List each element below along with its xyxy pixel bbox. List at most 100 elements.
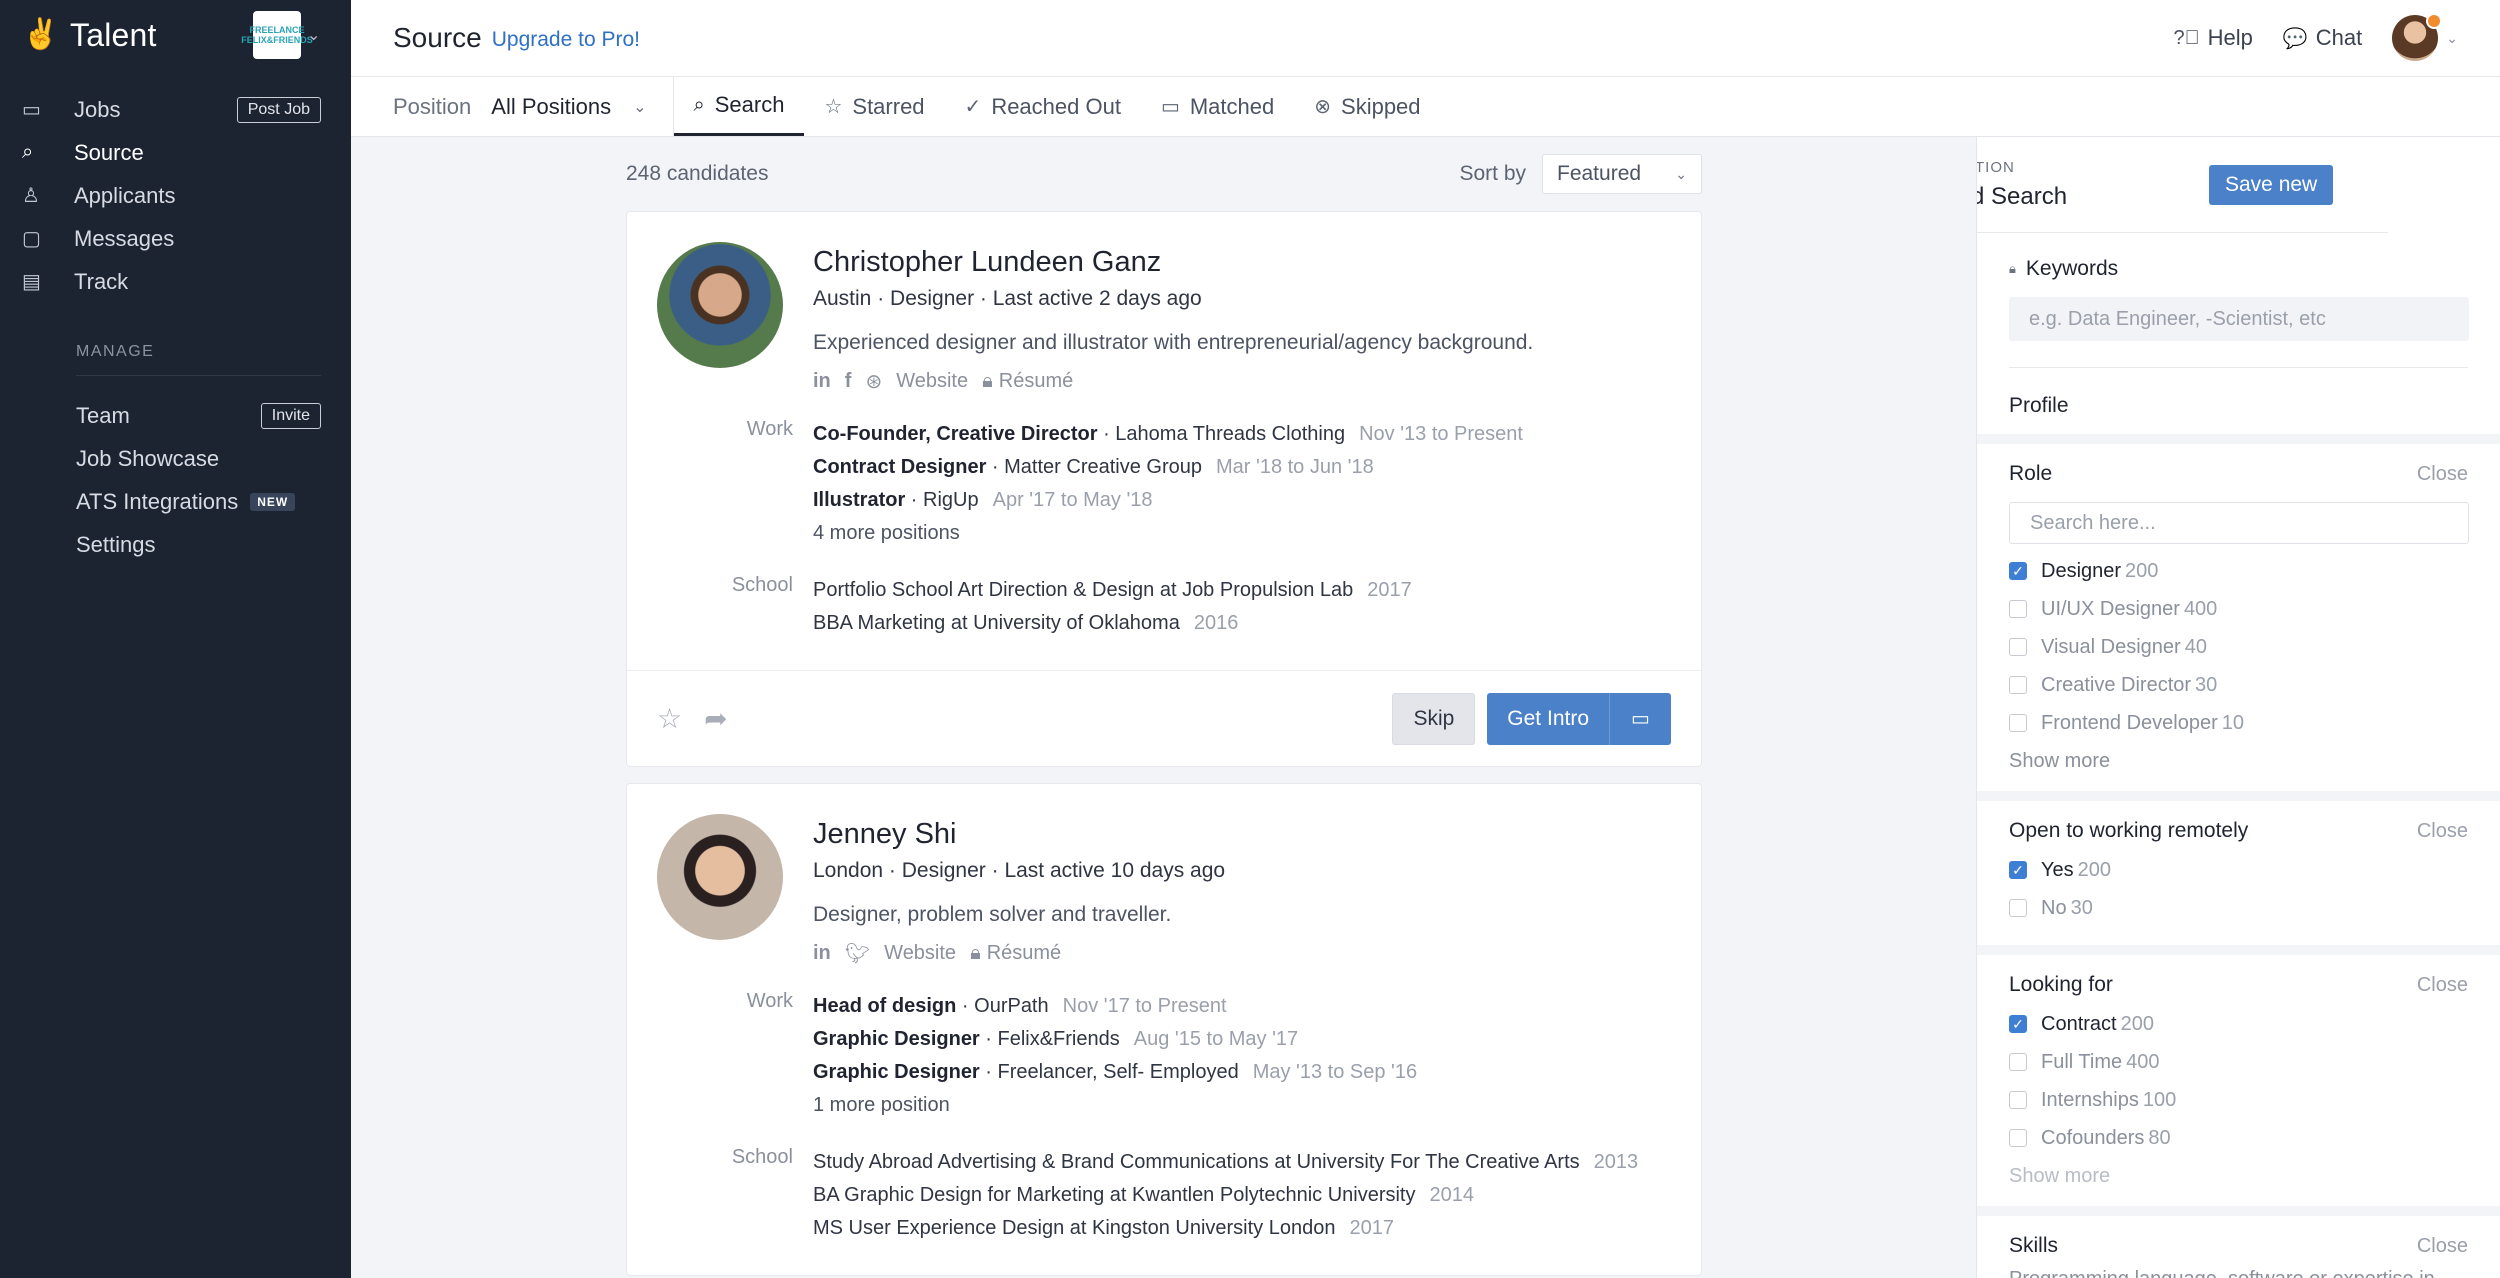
remote-filter-title: Open to working remotely bbox=[2009, 819, 2249, 842]
looking-for-show-more[interactable]: Show more bbox=[2009, 1165, 2468, 1188]
get-intro-button[interactable]: Get Intro bbox=[1487, 692, 1609, 745]
close-skills-filter[interactable]: Close bbox=[2417, 1235, 2468, 1258]
school-list: Study Abroad Advertising & Brand Communi… bbox=[813, 1146, 1638, 1245]
tab-starred[interactable]: ☆ Starred bbox=[804, 77, 944, 136]
website-link[interactable]: Website bbox=[896, 370, 968, 393]
new-badge: NEW bbox=[250, 492, 296, 511]
candidate-meta: London · Designer · Last active 10 days … bbox=[813, 859, 1226, 882]
looking-option-contract[interactable]: ✓ Contract 200 bbox=[2009, 1005, 2468, 1043]
keywords-placeholder: e.g. Data Engineer, -Scientist, etc bbox=[2029, 307, 2326, 330]
chevron-down-icon[interactable]: ⌄ bbox=[307, 25, 329, 45]
chat-button[interactable]: 💬 Chat bbox=[2283, 25, 2362, 51]
role-option-ui-ux-designer[interactable]: UI/UX Designer 400 bbox=[2009, 590, 2468, 628]
role-option-designer[interactable]: ✓ Designer 200 bbox=[2009, 552, 2468, 590]
skills-filter: Skills Close Programming language, softw… bbox=[1977, 1206, 2500, 1278]
peace-hand-icon[interactable]: ✌ bbox=[22, 18, 59, 52]
facebook-icon[interactable]: f bbox=[845, 370, 852, 393]
close-looking-for-filter[interactable]: Close bbox=[2417, 974, 2468, 997]
website-link[interactable]: Website bbox=[884, 942, 956, 965]
skills-filter-title: Skills bbox=[2009, 1234, 2059, 1257]
upgrade-link[interactable]: Upgrade to Pro! bbox=[492, 28, 640, 52]
tab-reached-out[interactable]: ✓ Reached Out bbox=[945, 77, 1141, 136]
remote-option-no[interactable]: No 30 bbox=[2009, 889, 2468, 927]
briefcase-icon: ▭ bbox=[22, 99, 41, 121]
remote-option-yes[interactable]: ✓ Yes 200 bbox=[2009, 851, 2468, 889]
sidebar-item-label: Jobs bbox=[74, 96, 121, 122]
star-icon[interactable]: ☆ bbox=[657, 702, 682, 735]
sidebar-item-jobs[interactable]: ▭ Jobs Post Job bbox=[0, 88, 351, 131]
role-search-input[interactable]: Search here... bbox=[2009, 502, 2469, 544]
candidate-photo[interactable] bbox=[657, 814, 783, 940]
option-label: No bbox=[2041, 896, 2067, 919]
more-positions-link[interactable]: 1 more position bbox=[813, 1089, 1417, 1122]
looking-for-options: ✓ Contract 200 Full Time 400 Internships 100… bbox=[2009, 1005, 2468, 1157]
share-icon[interactable]: ➦ bbox=[704, 702, 727, 735]
star-icon: ☆ bbox=[824, 96, 843, 118]
remote-filter: Open to working remotely Close ✓ Yes 200 N… bbox=[1977, 791, 2500, 945]
sidebar-item-applicants[interactable]: ♙ Applicants bbox=[0, 174, 351, 217]
check-icon: ✓ bbox=[964, 96, 982, 118]
tab-search[interactable]: ⌕ Search bbox=[673, 77, 805, 136]
option-label: Frontend Developer bbox=[2041, 711, 2218, 734]
sidebar-item-job-showcase[interactable]: Job Showcase bbox=[0, 437, 351, 480]
close-role-filter[interactable]: Close bbox=[2417, 463, 2468, 486]
sidebar-item-messages[interactable]: ▢ Messages bbox=[0, 217, 351, 260]
post-job-button[interactable]: Post Job bbox=[236, 96, 321, 123]
sort-select[interactable]: Featured ⌄ bbox=[1542, 154, 1702, 194]
role-option-creative-director[interactable]: Creative Director 30 bbox=[2009, 666, 2468, 704]
school-label: School bbox=[731, 574, 793, 596]
checkbox-checked-icon: ✓ bbox=[2009, 562, 2027, 580]
tab-skipped[interactable]: ⊗ Skipped bbox=[1294, 77, 1440, 136]
help-button[interactable]: ?⃝ Help bbox=[2174, 25, 2253, 51]
sidebar-item-team[interactable]: Team Invite bbox=[0, 394, 351, 437]
user-avatar[interactable] bbox=[2392, 13, 2443, 61]
more-positions-link[interactable]: 4 more positions bbox=[813, 517, 1523, 550]
list-toolbar: 248 candidates Sort by Featured ⌄ bbox=[626, 137, 1702, 211]
twitter-icon[interactable]: 🐦︎ bbox=[845, 941, 870, 966]
skip-button[interactable]: Skip bbox=[1392, 692, 1476, 745]
school-year: 2017 bbox=[1349, 1217, 1394, 1239]
card-actions: ☆ ➦ Skip Get Intro ▭ bbox=[627, 670, 1701, 766]
keywords-input[interactable]: e.g. Data Engineer, -Scientist, etc bbox=[2009, 297, 2469, 341]
looking-option-internships[interactable]: Internships 100 bbox=[2009, 1081, 2468, 1119]
lock-icon: 🔒︎ bbox=[2009, 261, 2016, 276]
school-year: 2014 bbox=[1429, 1184, 1475, 1206]
work-item: Co-Founder, Creative Director · Lahoma T… bbox=[813, 418, 1523, 451]
role-show-more[interactable]: Show more bbox=[2009, 750, 2468, 773]
position-select[interactable]: Position All Positions ⌄ bbox=[393, 77, 674, 136]
candidate-name[interactable]: Jenney Shi bbox=[813, 818, 1671, 851]
sidebar-item-settings[interactable]: Settings bbox=[0, 523, 351, 566]
resume-link[interactable]: Résumé bbox=[999, 370, 1073, 393]
message-button[interactable]: ▭ bbox=[1609, 692, 1671, 745]
sidebar-item-track[interactable]: ▤ Track bbox=[0, 260, 351, 303]
tab-matched[interactable]: ▭ Matched bbox=[1141, 77, 1294, 136]
option-count: 400 bbox=[2183, 597, 2218, 620]
close-remote-filter[interactable]: Close bbox=[2417, 820, 2468, 843]
work-title: Graphic Designer bbox=[813, 1028, 980, 1050]
invite-button[interactable]: Invite bbox=[260, 402, 321, 429]
company-logo[interactable]: FREELANCE FELIX&FRIENDS bbox=[241, 11, 313, 59]
work-company: · Lahoma Threads Clothing bbox=[1097, 423, 1346, 445]
work-item: Graphic Designer · Felix&Friends Aug '15 … bbox=[813, 1023, 1417, 1056]
resume-link[interactable]: Résumé bbox=[987, 942, 1061, 965]
search-icon: ⌕ bbox=[693, 93, 705, 116]
candidate-photo[interactable] bbox=[657, 242, 783, 368]
chevron-down-icon[interactable]: ⌄ bbox=[2446, 30, 2458, 47]
option-count: 30 bbox=[2195, 673, 2218, 696]
role-option-frontend-developer[interactable]: Frontend Developer 10 bbox=[2009, 704, 2468, 742]
skills-filter-head: Skills Close bbox=[2009, 1234, 2468, 1258]
checkbox-icon bbox=[2009, 638, 2027, 656]
looking-option-full-time[interactable]: Full Time 400 bbox=[2009, 1043, 2468, 1081]
search-icon: ⌕ bbox=[22, 141, 34, 163]
candidate-name[interactable]: Christopher Lundeen Ganz bbox=[813, 246, 1671, 279]
sidebar-item-label: ATS Integrations bbox=[76, 488, 239, 514]
linkedin-icon[interactable]: in bbox=[813, 370, 831, 393]
linkedin-icon[interactable]: in bbox=[813, 942, 831, 965]
source-tabs: Position All Positions ⌄ ⌕ Search ☆ Star… bbox=[351, 77, 2500, 137]
role-option-visual-designer[interactable]: Visual Designer 40 bbox=[2009, 628, 2468, 666]
sidebar-item-ats-integrations[interactable]: ATS Integrations NEW bbox=[0, 480, 351, 523]
looking-option-cofounders[interactable]: Cofounders 80 bbox=[2009, 1119, 2468, 1157]
sidebar-item-source[interactable]: ⌕ Source bbox=[0, 131, 351, 174]
top-header: Source Upgrade to Pro! ?⃝ Help 💬 Chat ⌄ bbox=[351, 0, 2500, 77]
save-new-button[interactable]: Save new bbox=[2209, 165, 2334, 205]
